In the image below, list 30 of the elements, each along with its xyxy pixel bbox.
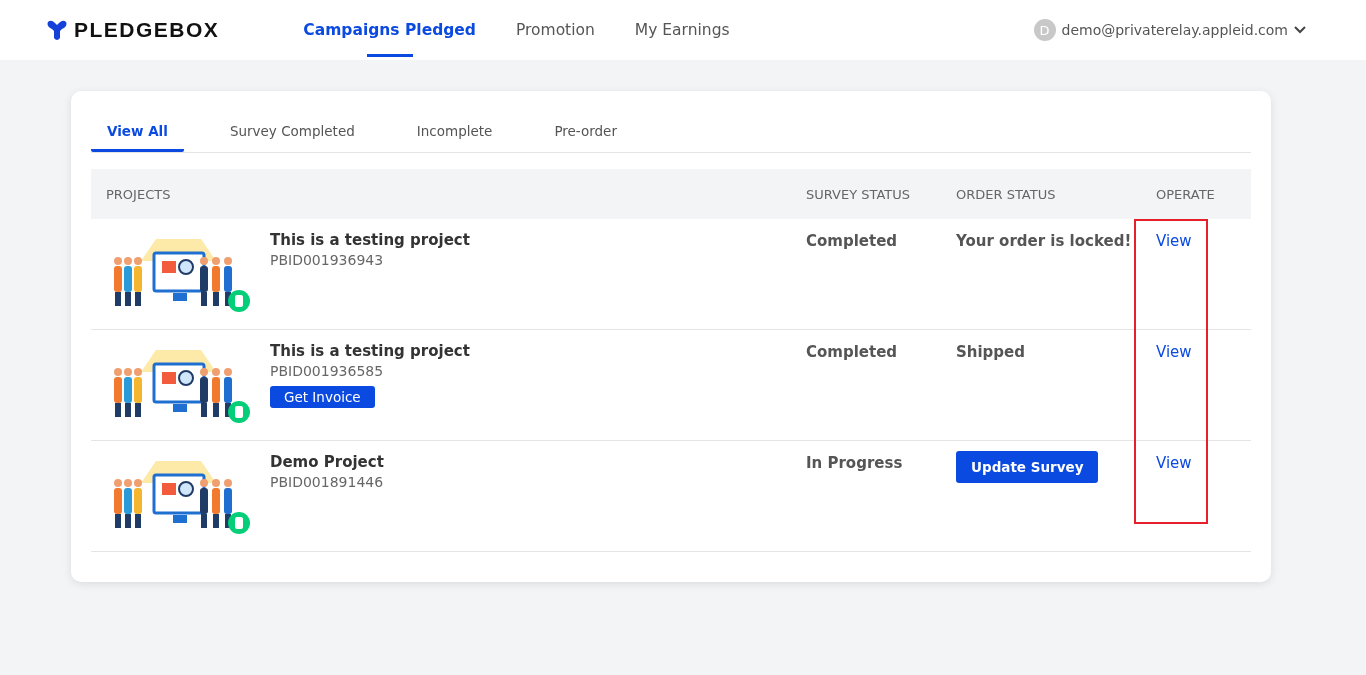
survey-status: Completed <box>806 232 898 250</box>
view-link[interactable]: View <box>1156 454 1192 472</box>
survey-status: In Progress <box>806 454 903 472</box>
survey-status: Completed <box>806 343 898 361</box>
project-title: Demo Project <box>270 453 384 471</box>
filter-tab[interactable]: Incomplete <box>400 113 509 152</box>
order-status: Your order is locked! <box>956 232 1132 250</box>
project-title: This is a testing project <box>270 342 470 360</box>
project-id: PBID001936943 <box>270 252 385 268</box>
logo-icon <box>46 19 68 41</box>
project-id: PBID001936585 <box>270 363 385 379</box>
nav-link[interactable]: My Earnings <box>614 0 750 60</box>
column-header: PROJECTS <box>106 186 171 202</box>
filter-tab[interactable]: Survey Completed <box>213 113 371 152</box>
column-header: SURVEY STATUS <box>806 186 911 202</box>
filter-tab[interactable]: Pre-order <box>538 113 633 152</box>
chevron-down-icon[interactable] <box>1294 26 1306 34</box>
nav-link[interactable]: Promotion <box>495 0 615 60</box>
update-survey-button[interactable]: Update Survey <box>956 451 1099 483</box>
get-invoice-button[interactable]: Get Invoice <box>270 386 375 408</box>
column-header: OPERATE <box>1156 186 1215 202</box>
order-status: Shipped <box>956 343 1025 361</box>
view-link[interactable]: View <box>1156 343 1192 361</box>
filter-tab[interactable]: View All <box>91 113 184 152</box>
column-header: ORDER STATUS <box>956 186 1056 202</box>
project-title: This is a testing project <box>270 231 470 249</box>
view-link[interactable]: View <box>1156 232 1192 250</box>
brand-name: PLEDGEBOX <box>74 18 220 42</box>
user-email[interactable]: demo@privaterelay.appleid.com <box>1061 22 1288 38</box>
project-id: PBID001891446 <box>270 474 384 490</box>
